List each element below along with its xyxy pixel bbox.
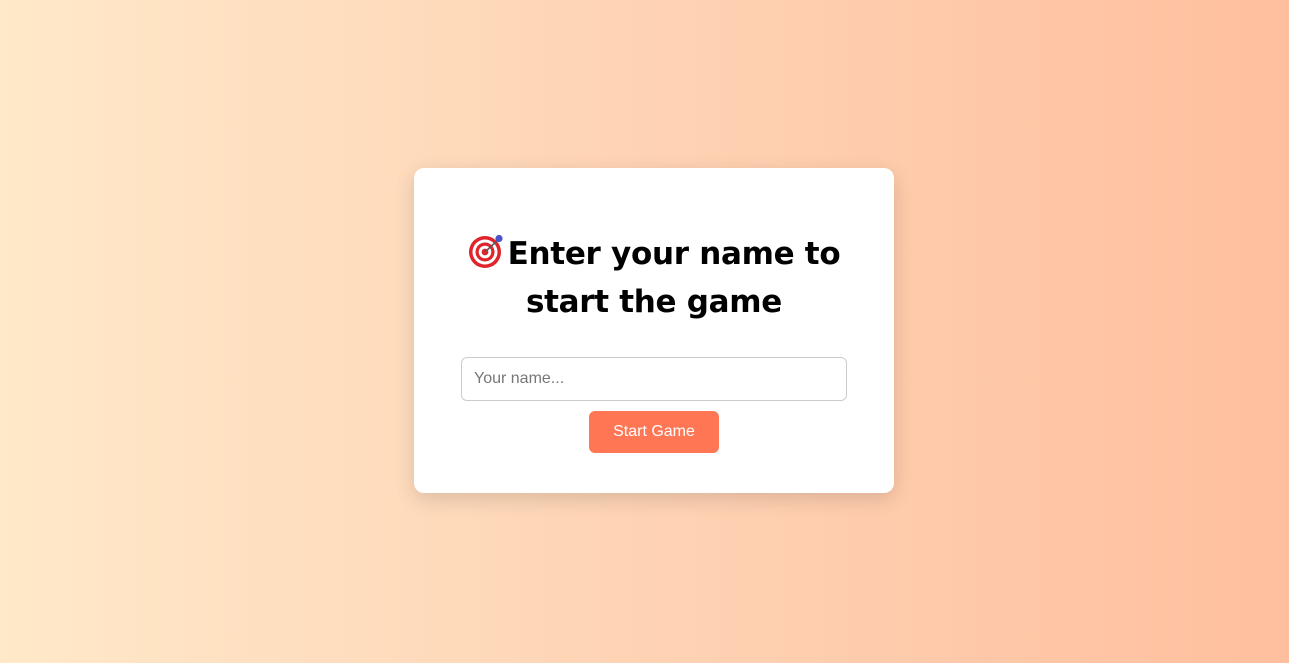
page-title: Enter your name to start the game [444, 230, 864, 326]
page-title-text: Enter your name to start the game [507, 236, 841, 320]
name-input[interactable] [461, 357, 847, 401]
start-game-button[interactable]: Start Game [589, 411, 719, 453]
target-dart-icon [468, 233, 504, 269]
name-entry-card: Enter your name to start the game Start … [414, 168, 894, 493]
